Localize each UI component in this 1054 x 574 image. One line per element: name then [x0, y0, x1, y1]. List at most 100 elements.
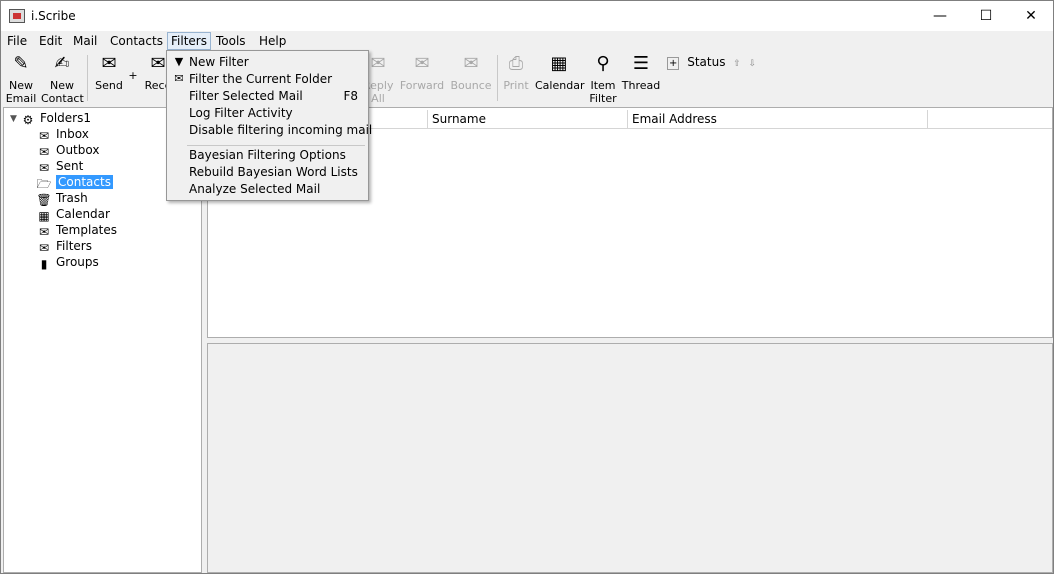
calendar-label: Calendar: [535, 79, 585, 92]
tree-root[interactable]: ⚙ Folders1: [20, 110, 91, 127]
item-filter-label-1: Item: [590, 79, 616, 92]
menu-item-filter-selected-mail[interactable]: Filter Selected Mail: [189, 88, 303, 105]
status-control: + Status ⇧ ⇩: [667, 55, 757, 70]
menu-contacts[interactable]: Contacts: [107, 33, 166, 49]
send-options-button[interactable]: +: [127, 69, 139, 89]
status-expand-icon[interactable]: +: [667, 57, 680, 70]
tree-item-groups[interactable]: ▮ Groups: [36, 254, 99, 271]
calendar-icon: ▦: [38, 209, 50, 223]
menu-item-analyze-selected[interactable]: Analyze Selected Mail: [189, 181, 320, 198]
calendar-button[interactable]: ▦ Calendar: [535, 51, 585, 107]
item-filter-button[interactable]: ⚲ Item Filter: [587, 51, 619, 107]
window-title: i.Scribe: [31, 9, 76, 23]
menu-item-disable-filtering[interactable]: Disable filtering incoming mail: [189, 122, 372, 139]
menu-edit[interactable]: Edit: [36, 33, 65, 49]
tree-item-sent[interactable]: ✉ Sent: [36, 158, 84, 175]
tree-item-filters[interactable]: ✉ Filters: [36, 238, 92, 255]
tree-item-label: Calendar: [56, 207, 110, 221]
reply-all-label-2: All: [371, 92, 385, 105]
trash-icon: 🗑: [36, 193, 52, 207]
menu-item-log-filter-activity[interactable]: Log Filter Activity: [189, 105, 293, 122]
bounce-button[interactable]: ✉ Bounce: [449, 51, 493, 107]
thread-icon: ☰: [632, 53, 650, 74]
tree-item-label: Templates: [56, 223, 118, 237]
bounce-icon: ✉: [463, 53, 479, 74]
filter-funnel-icon: ▼: [174, 55, 184, 68]
send-label: Send: [95, 79, 123, 92]
inbox-icon: ✉: [38, 129, 50, 143]
reply-all-icon: ✉: [370, 53, 386, 74]
tree-item-label: Filters: [56, 239, 92, 253]
new-email-button[interactable]: ✎ New Email: [3, 51, 39, 107]
shortcut-f8: F8: [343, 89, 358, 103]
tree-item-contacts[interactable]: 🗁 Contacts: [36, 174, 113, 191]
thread-button[interactable]: ☰ Thread: [621, 51, 661, 107]
new-contact-label-2: Contact: [41, 92, 84, 105]
templates-icon: ✉: [38, 225, 50, 239]
tree-item-calendar[interactable]: ▦ Calendar: [36, 206, 110, 223]
menu-help[interactable]: Help: [256, 33, 289, 49]
menu-item-rebuild-bayesian[interactable]: Rebuild Bayesian Word Lists: [189, 164, 358, 181]
folders-root-icon: ⚙: [22, 113, 34, 127]
groups-icon: ▮: [40, 257, 48, 271]
send-button[interactable]: ✉ Send: [93, 51, 125, 107]
toolbar-separator: [87, 55, 88, 101]
tree-item-trash[interactable]: 🗑 Trash: [36, 190, 88, 207]
menu-filters[interactable]: Filters: [167, 32, 211, 50]
forward-button[interactable]: ✉ Forward: [399, 51, 445, 107]
tree-item-label: Groups: [56, 255, 99, 269]
close-button[interactable]: ✕: [1008, 1, 1054, 31]
filters-icon: ✉: [38, 241, 50, 255]
tree-item-outbox[interactable]: ✉ Outbox: [36, 142, 100, 159]
filter-folder-icon: ✉: [174, 72, 184, 85]
outbox-icon: ✉: [38, 145, 50, 159]
menu-item-bayesian-options[interactable]: Bayesian Filtering Options: [189, 147, 346, 164]
sent-icon: ✉: [38, 161, 50, 175]
app-window: i.Scribe — ☐ ✕ File Edit Mail Contacts F…: [0, 0, 1054, 574]
menu-bar: File Edit Mail Contacts Filters Tools He…: [1, 31, 1053, 51]
contacts-folder-icon: 🗁: [36, 177, 52, 191]
print-label: Print: [503, 79, 529, 92]
menu-tools[interactable]: Tools: [213, 33, 249, 49]
column-header-surname[interactable]: Surname: [428, 110, 628, 128]
new-email-label-2: Email: [5, 92, 37, 105]
forward-label: Forward: [399, 79, 445, 92]
status-down-icon[interactable]: ⇩: [749, 59, 757, 69]
print-button[interactable]: ⎙ Print: [501, 51, 531, 107]
tree-item-label: Inbox: [56, 127, 89, 141]
status-label: Status: [687, 55, 726, 69]
contact-card-icon: ✍: [54, 53, 70, 74]
pencil-icon: ✎: [13, 53, 29, 74]
tree-item-label: Outbox: [56, 143, 100, 157]
status-up-icon[interactable]: ⇧: [733, 59, 741, 69]
tree-item-inbox[interactable]: ✉ Inbox: [36, 126, 89, 143]
toolbar: ✎ New Email ✍ New Contact ✉ Send + ✉ Rec…: [1, 51, 1053, 107]
tree-item-label: Trash: [56, 191, 88, 205]
thread-label: Thread: [621, 79, 661, 92]
menu-file[interactable]: File: [4, 33, 30, 49]
minimize-button[interactable]: —: [917, 1, 963, 31]
menu-item-filter-current-folder[interactable]: Filter the Current Folder: [189, 71, 332, 88]
new-contact-label-1: New: [50, 79, 74, 92]
title-bar: i.Scribe — ☐ ✕: [1, 1, 1053, 31]
tree-item-label: Contacts: [56, 175, 113, 189]
magnifier-icon: ⚲: [596, 53, 610, 74]
tree-item-label: Sent: [56, 159, 84, 173]
maximize-button[interactable]: ☐: [963, 1, 1009, 31]
printer-icon: ⎙: [508, 53, 524, 74]
send-envelope-icon: ✉: [101, 53, 117, 74]
tree-item-templates[interactable]: ✉ Templates: [36, 222, 118, 239]
bounce-label: Bounce: [450, 79, 492, 92]
forward-icon: ✉: [414, 53, 430, 74]
preview-pane: [207, 343, 1053, 573]
app-icon: [9, 9, 25, 23]
tree-root-label: Folders1: [40, 111, 91, 125]
expand-arrow-icon[interactable]: ▼: [10, 114, 17, 124]
calendar-icon: ▦: [550, 53, 568, 74]
menu-item-new-filter[interactable]: New Filter: [189, 54, 249, 71]
column-header-email[interactable]: Email Address: [628, 110, 928, 128]
filters-menu: ▼ New Filter ✉ Filter the Current Folder…: [166, 50, 372, 201]
new-contact-button[interactable]: ✍ New Contact: [41, 51, 84, 107]
menu-separator: [187, 145, 365, 146]
menu-mail[interactable]: Mail: [70, 33, 100, 49]
